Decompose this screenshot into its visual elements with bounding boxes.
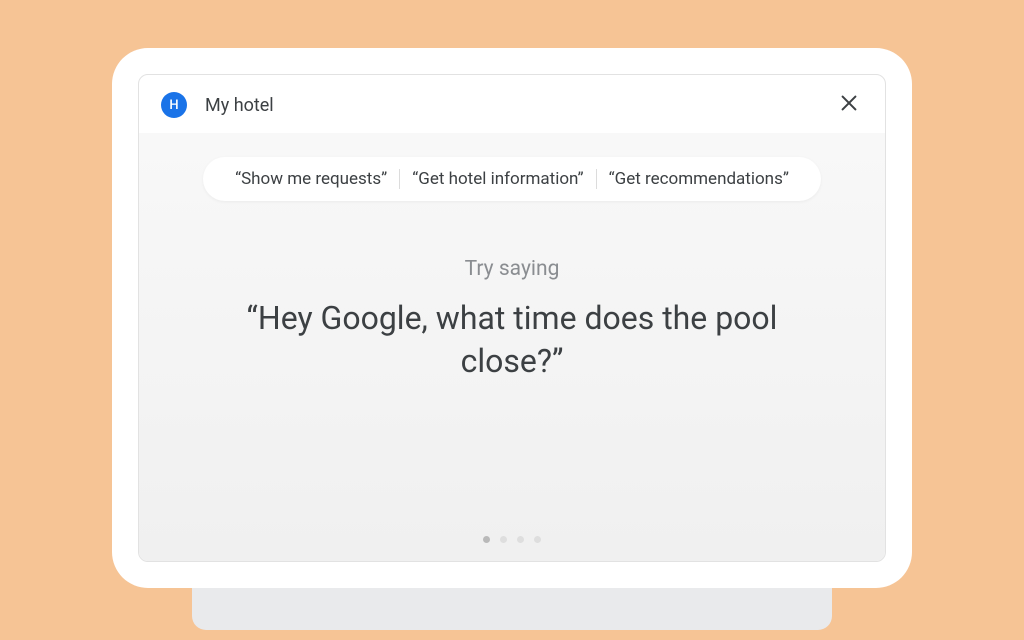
avatar-letter: H <box>169 98 178 113</box>
pager-dot[interactable] <box>483 536 490 543</box>
screen: H My hotel “Show me requests” “Get hotel… <box>138 74 886 562</box>
header-bar: H My hotel <box>139 75 885 133</box>
hotel-avatar: H <box>161 92 187 118</box>
page-title: My hotel <box>205 95 835 116</box>
suggestion-chip[interactable]: “Get recommendations” <box>597 167 801 191</box>
try-label: Try saying <box>465 257 560 281</box>
device-frame: H My hotel “Show me requests” “Get hotel… <box>112 48 912 588</box>
example-phrase: “Hey Google, what time does the pool clo… <box>212 297 812 383</box>
suggestion-chip[interactable]: “Show me requests” <box>223 167 399 191</box>
close-button[interactable] <box>835 91 863 119</box>
pager <box>483 536 541 547</box>
content-area: “Show me requests” “Get hotel informatio… <box>139 133 885 561</box>
suggestion-chip[interactable]: “Get hotel information” <box>400 167 595 191</box>
pager-dot[interactable] <box>534 536 541 543</box>
pager-dot[interactable] <box>517 536 524 543</box>
close-icon <box>838 92 860 118</box>
pager-dot[interactable] <box>500 536 507 543</box>
suggestion-chip-bar: “Show me requests” “Get hotel informatio… <box>203 157 821 201</box>
